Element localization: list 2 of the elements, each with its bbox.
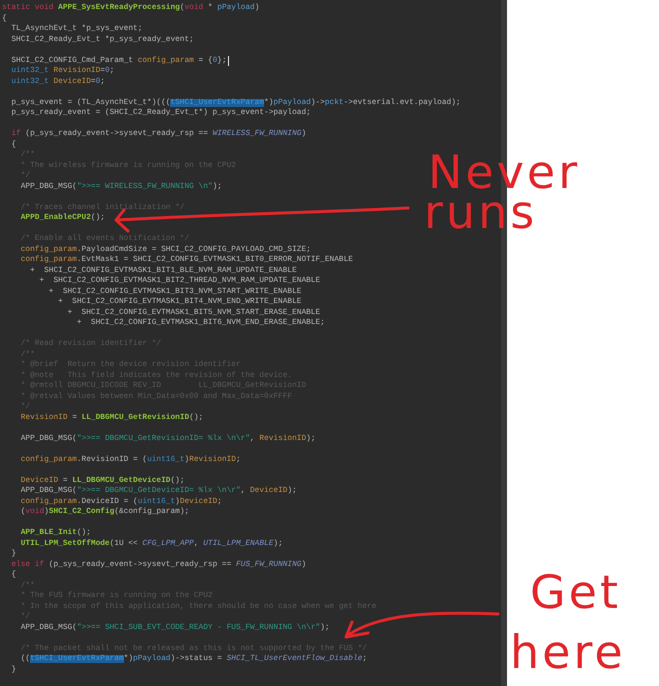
handwritten-note: here xyxy=(510,628,626,676)
handwritten-note: Get xyxy=(530,568,621,616)
